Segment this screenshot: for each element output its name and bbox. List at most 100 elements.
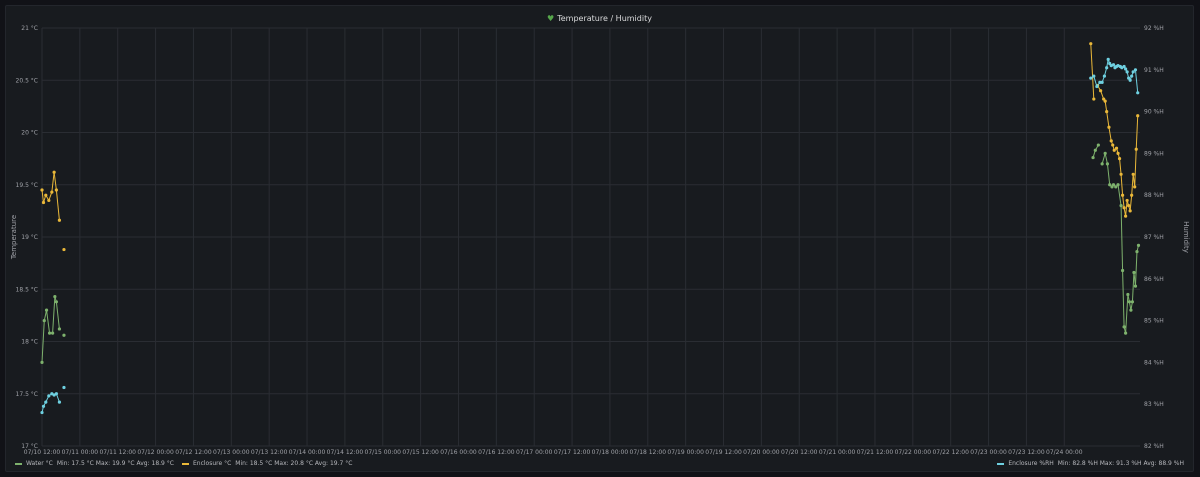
- x-tick-label: 07/20 00:00: [743, 449, 780, 456]
- legend-swatch-water: [15, 462, 22, 465]
- enclosure-temp-point: [41, 200, 46, 205]
- enclosure-temp-point: [1133, 185, 1137, 189]
- water-segment: [46, 310, 51, 334]
- enclosure-humidity-point: [1089, 76, 1093, 80]
- enclosure-temp-segment: [1122, 195, 1125, 208]
- enclosure-humidity-point: [1100, 80, 1104, 84]
- y-left-tick-label: 17.5 °C: [16, 391, 38, 398]
- legend-item-water[interactable]: Water °C Min: 17.5 °C Max: 19.9 °C Avg: …: [15, 460, 174, 467]
- x-tick-label: 07/21 12:00: [857, 449, 894, 456]
- x-tick-label: 07/12 12:00: [175, 449, 212, 456]
- enclosure-temp-point: [62, 247, 66, 252]
- y-left-tick-label: 21 °C: [21, 25, 38, 32]
- enclosure-temp-point: [1120, 193, 1125, 197]
- enclosure-temp-point: [1136, 114, 1140, 118]
- series-enclosure-temp: [40, 42, 1140, 252]
- x-tick-label: 07/19 12:00: [705, 449, 742, 456]
- enclosure-humidity-segment: [1134, 69, 1139, 93]
- water-point: [57, 327, 62, 331]
- enclosure-temp-point: [1117, 157, 1122, 161]
- x-tick-label: 07/16 12:00: [478, 449, 515, 456]
- enclosure-humidity-point: [1130, 74, 1134, 78]
- graph-panel[interactable]: ♥ Temperature / Humidity 17 °C 17.5 °C 18 °…: [5, 5, 1194, 472]
- x-tick-label: 07/20 12:00: [781, 449, 818, 456]
- enclosure-temp-segment: [55, 189, 60, 221]
- water-segment: [52, 296, 56, 334]
- legend-label-enclosure-temp: Enclosure °C: [192, 460, 232, 467]
- water-point: [1132, 270, 1136, 275]
- enclosure-temp-point: [54, 188, 58, 192]
- enclosure-humidity-point: [1105, 66, 1109, 70]
- legend-right: Enclosure %RH Min: 82.8 %H Max: 91.3 %H …: [997, 460, 1184, 467]
- enclosure-humidity-point: [40, 410, 44, 415]
- grid-lines: [41, 27, 1140, 447]
- water-point: [47, 331, 52, 335]
- water-point: [1129, 308, 1133, 312]
- y-left-tick-label: 19.5 °C: [16, 182, 38, 189]
- water-segment: [1106, 163, 1111, 185]
- legend-item-enclosure-temp[interactable]: Enclosure °C Min: 18.5 °C Max: 20.8 °C A…: [181, 460, 353, 467]
- legend-stats-enclosure-humidity: Min: 82.8 %H Max: 91.3 %H Avg: 88.9 %H: [1057, 460, 1184, 467]
- enclosure-humidity-point: [54, 392, 58, 396]
- water-point: [54, 300, 58, 304]
- enclosure-humidity-point: [1128, 78, 1132, 82]
- x-tick-label: 07/13 00:00: [213, 449, 250, 456]
- enclosure-temp-point: [1128, 209, 1132, 213]
- x-tick-label: 07/22 00:00: [895, 449, 932, 456]
- water-segment: [1134, 251, 1138, 287]
- water-segment: [1120, 205, 1124, 271]
- x-tick-label: 07/18 00:00: [592, 449, 629, 456]
- water-point: [1124, 331, 1128, 335]
- enclosure-temp-segment: [1090, 43, 1095, 100]
- legend-item-enclosure-humidity[interactable]: Enclosure %RH Min: 82.8 %H Max: 91.3 %H …: [997, 460, 1184, 467]
- chart-plot[interactable]: 17 °C17.5 °C18 °C18.5 °C19 °C19.5 °C20 °…: [6, 6, 1195, 473]
- enclosure-temp-point: [40, 188, 44, 192]
- enclosure-temp-point: [1111, 143, 1115, 147]
- enclosure-temp-point: [1099, 89, 1103, 93]
- water-segment: [1125, 294, 1129, 334]
- y-left-tick-label: 19 °C: [21, 234, 38, 241]
- y-right-tick-label: 90 %H: [1144, 109, 1164, 116]
- enclosure-humidity-point: [1125, 70, 1129, 74]
- series-water: [40, 143, 1141, 364]
- y-right-tick-label: 88 %H: [1144, 192, 1164, 199]
- y-right-tick-label: 86 %H: [1144, 276, 1164, 283]
- enclosure-temp-point: [1105, 110, 1109, 114]
- y-right-tick-label: 82 %H: [1144, 443, 1164, 450]
- enclosure-humidity-point: [1124, 67, 1128, 71]
- x-tick-label: 07/18 12:00: [630, 449, 667, 456]
- enclosure-humidity-point: [44, 400, 48, 404]
- legend-swatch-enclosure-temp: [181, 462, 189, 465]
- enclosure-temp-point: [1114, 146, 1119, 150]
- enclosure-temp-segment: [1119, 158, 1122, 175]
- water-point: [1116, 183, 1120, 187]
- water-point: [44, 308, 49, 312]
- y-right-tick-label: 91 %H: [1144, 67, 1164, 74]
- water-point: [1093, 148, 1097, 152]
- enclosure-temp-point: [1134, 147, 1138, 151]
- legend-stats-water: Min: 17.5 °C Max: 19.9 °C Avg: 18.9 °C: [56, 460, 174, 467]
- legend-label-enclosure-humidity: Enclosure %RH: [1008, 460, 1054, 467]
- legend-stats-enclosure-temp: Min: 18.5 °C Max: 20.8 °C Avg: 19.7 °C: [235, 460, 353, 467]
- water-point: [51, 331, 55, 335]
- water-point: [1130, 300, 1135, 304]
- x-tick-label: 07/24 00:00: [1046, 449, 1083, 456]
- enclosure-humidity-point: [1102, 74, 1107, 78]
- enclosure-temp-point: [1092, 97, 1096, 101]
- x-tick-label: 07/16 00:00: [440, 449, 477, 456]
- enclosure-humidity-point: [1133, 68, 1138, 72]
- y-right-tick-label: 83 %H: [1144, 401, 1164, 408]
- enclosure-temp-segment: [53, 172, 57, 191]
- enclosure-temp-point: [47, 198, 51, 203]
- y-right-tick-label: 89 %H: [1144, 150, 1164, 157]
- y-left-tick-label: 20.5 °C: [16, 77, 38, 84]
- x-tick-label: 07/10 12:00: [24, 449, 61, 456]
- water-point: [53, 294, 57, 299]
- y-right-tick-label: 92 %H: [1144, 25, 1164, 32]
- enclosure-humidity-point: [47, 394, 51, 398]
- legend-swatch-enclosure-humidity: [997, 462, 1005, 465]
- enclosure-temp-point: [1131, 172, 1135, 176]
- water-point: [1133, 284, 1138, 288]
- enclosure-temp-point: [1122, 206, 1126, 210]
- water-point: [1119, 204, 1123, 208]
